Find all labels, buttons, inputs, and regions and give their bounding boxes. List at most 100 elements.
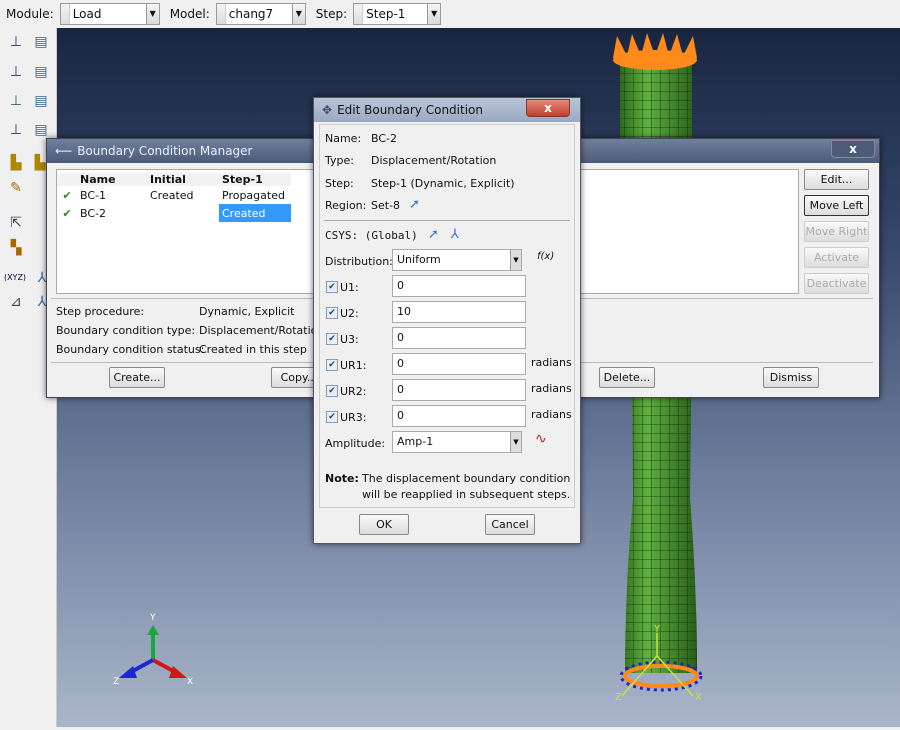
fx-button[interactable]: f(x) (537, 251, 554, 262)
load-case-manager-icon[interactable]: ▤ (31, 120, 51, 140)
deactivate-button[interactable]: Deactivate (804, 273, 869, 294)
ur2-checkbox[interactable]: ✔ (326, 385, 338, 397)
model-value: chang7 (228, 7, 274, 21)
procedure-value: Dynamic, Explicit (199, 305, 295, 318)
edit-feature-icon[interactable]: ✎ (6, 178, 26, 198)
select-region-cursor-icon[interactable]: ➚ (409, 197, 420, 212)
select-csys-cursor-icon[interactable]: ➚ (428, 227, 439, 242)
cancel-button[interactable]: Cancel (485, 514, 535, 535)
col-initial[interactable]: Initial (147, 173, 219, 186)
spinner-icon (60, 4, 70, 24)
step-label: Step: (315, 7, 348, 21)
load-manager-icon[interactable]: ▤ (31, 32, 51, 52)
region-label: Region: (325, 199, 367, 212)
check-icon[interactable]: ✔ (57, 186, 77, 204)
check-icon[interactable]: ✔ (57, 204, 77, 222)
row-step1[interactable]: Propagated (219, 186, 291, 204)
ur2-label: UR2: (340, 385, 367, 398)
query-icon[interactable]: ⇱ (6, 213, 26, 233)
dismiss-button[interactable]: Dismiss (763, 367, 819, 388)
module-select[interactable]: Load ▼ (59, 3, 160, 25)
row-step1-selected[interactable]: Created (219, 204, 291, 222)
amplitude-label: Amplitude: (325, 437, 386, 450)
chevron-down-icon[interactable]: ▼ (291, 4, 305, 24)
csys-label-text: CSYS: (325, 229, 359, 242)
ok-button[interactable]: OK (359, 514, 409, 535)
step-select[interactable]: Step-1 ▼ (353, 3, 442, 25)
create-load-case-icon[interactable]: ⊥ (6, 120, 26, 140)
name-label: Name: (325, 132, 362, 145)
spinner-icon (354, 4, 364, 24)
note-label: Note: (325, 472, 359, 485)
ur3-label: UR3: (340, 411, 367, 424)
u3-checkbox[interactable]: ✔ (326, 333, 338, 345)
distribution-select[interactable]: Uniform ▼ (392, 249, 522, 271)
ur1-checkbox[interactable]: ✔ (326, 359, 338, 371)
predefined-field-manager-icon[interactable]: ▤ (31, 91, 51, 111)
partition-icon[interactable]: ▚ (6, 238, 26, 258)
note-line-1: The displacement boundary condition (362, 472, 571, 485)
create-bc-icon[interactable]: ⊥ (6, 62, 26, 82)
table-row[interactable]: ✔ BC-2 Created (57, 204, 291, 222)
activate-button[interactable]: Activate (804, 247, 869, 268)
ur1-input[interactable]: 0 (392, 353, 526, 375)
create-predefined-field-icon[interactable]: ⊥ (6, 91, 26, 111)
close-button[interactable]: x (526, 99, 570, 117)
col-name[interactable]: Name (77, 173, 147, 186)
xyz-label[interactable]: (XYZ) (2, 268, 28, 288)
status-label: Boundary condition status: (56, 343, 205, 356)
datum-plane-icon[interactable]: ⊿ (6, 292, 26, 312)
u2-checkbox[interactable]: ✔ (326, 307, 338, 319)
row-initial[interactable]: Created (147, 186, 219, 204)
chevron-down-icon[interactable]: ▼ (510, 250, 521, 270)
move-right-button[interactable]: Move Right (804, 221, 869, 242)
ur3-unit: radians (531, 408, 572, 421)
u2-input[interactable]: 10 (392, 301, 526, 323)
ur2-unit: radians (531, 382, 572, 395)
module-label: Module: (6, 7, 54, 21)
u2-label: U2: (340, 307, 359, 320)
create-button[interactable]: Create... (109, 367, 165, 388)
chevron-down-icon[interactable]: ▼ (145, 4, 159, 24)
u1-input[interactable]: 0 (392, 275, 526, 297)
distribution-value: Uniform (397, 253, 441, 266)
col-step1[interactable]: Step-1 (219, 173, 291, 186)
u1-checkbox[interactable]: ✔ (326, 281, 338, 293)
csys-triad-icon[interactable]: ⅄ (451, 227, 459, 242)
close-button[interactable]: x (831, 140, 875, 158)
model-csys-z: Z (615, 692, 622, 703)
create-amplitude-icon[interactable]: ∿ (535, 431, 547, 447)
note-line-2: will be reapplied in subsequent steps. (362, 488, 571, 501)
amplitude-value: Amp-1 (397, 435, 434, 448)
model-csys-x: X (695, 692, 702, 703)
ur1-label: UR1: (340, 359, 367, 372)
name-value: BC-2 (371, 132, 398, 145)
ur3-checkbox[interactable]: ✔ (326, 411, 338, 423)
delete-button[interactable]: Delete... (599, 367, 655, 388)
move-left-button[interactable]: Move Left (804, 195, 869, 216)
view-triad (119, 625, 187, 678)
chevron-down-icon[interactable]: ▼ (427, 4, 441, 24)
u1-label: U1: (340, 281, 359, 294)
triad-x: X (187, 677, 193, 687)
special-tools-icon[interactable]: ▙ (6, 153, 26, 173)
ur3-input[interactable]: 0 (392, 405, 526, 427)
amplitude-select[interactable]: Amp-1 ▼ (392, 431, 522, 453)
ur1-unit: radians (531, 356, 572, 369)
bc-manager-icon[interactable]: ▤ (31, 62, 51, 82)
context-toolbar: Module: Load ▼ Model: chang7 ▼ Step: Step-… (0, 0, 900, 28)
ur2-input[interactable]: 0 (392, 379, 526, 401)
model-select[interactable]: chang7 ▼ (215, 3, 306, 25)
u3-input[interactable]: 0 (392, 327, 526, 349)
step-label: Step: (325, 177, 354, 190)
chevron-down-icon[interactable]: ▼ (510, 432, 521, 452)
edit-bc-title: Edit Boundary Condition (337, 103, 483, 117)
table-row[interactable]: ✔ BC-1 Created Propagated (57, 186, 291, 204)
u3-label: U3: (340, 333, 359, 346)
row-name: BC-2 (80, 206, 107, 220)
procedure-label: Step procedure: (56, 305, 145, 318)
create-load-icon[interactable]: ⊥ (6, 32, 26, 52)
type-label: Boundary condition type: (56, 324, 196, 337)
edit-button[interactable]: Edit... (804, 169, 869, 190)
row-initial[interactable] (147, 204, 219, 222)
